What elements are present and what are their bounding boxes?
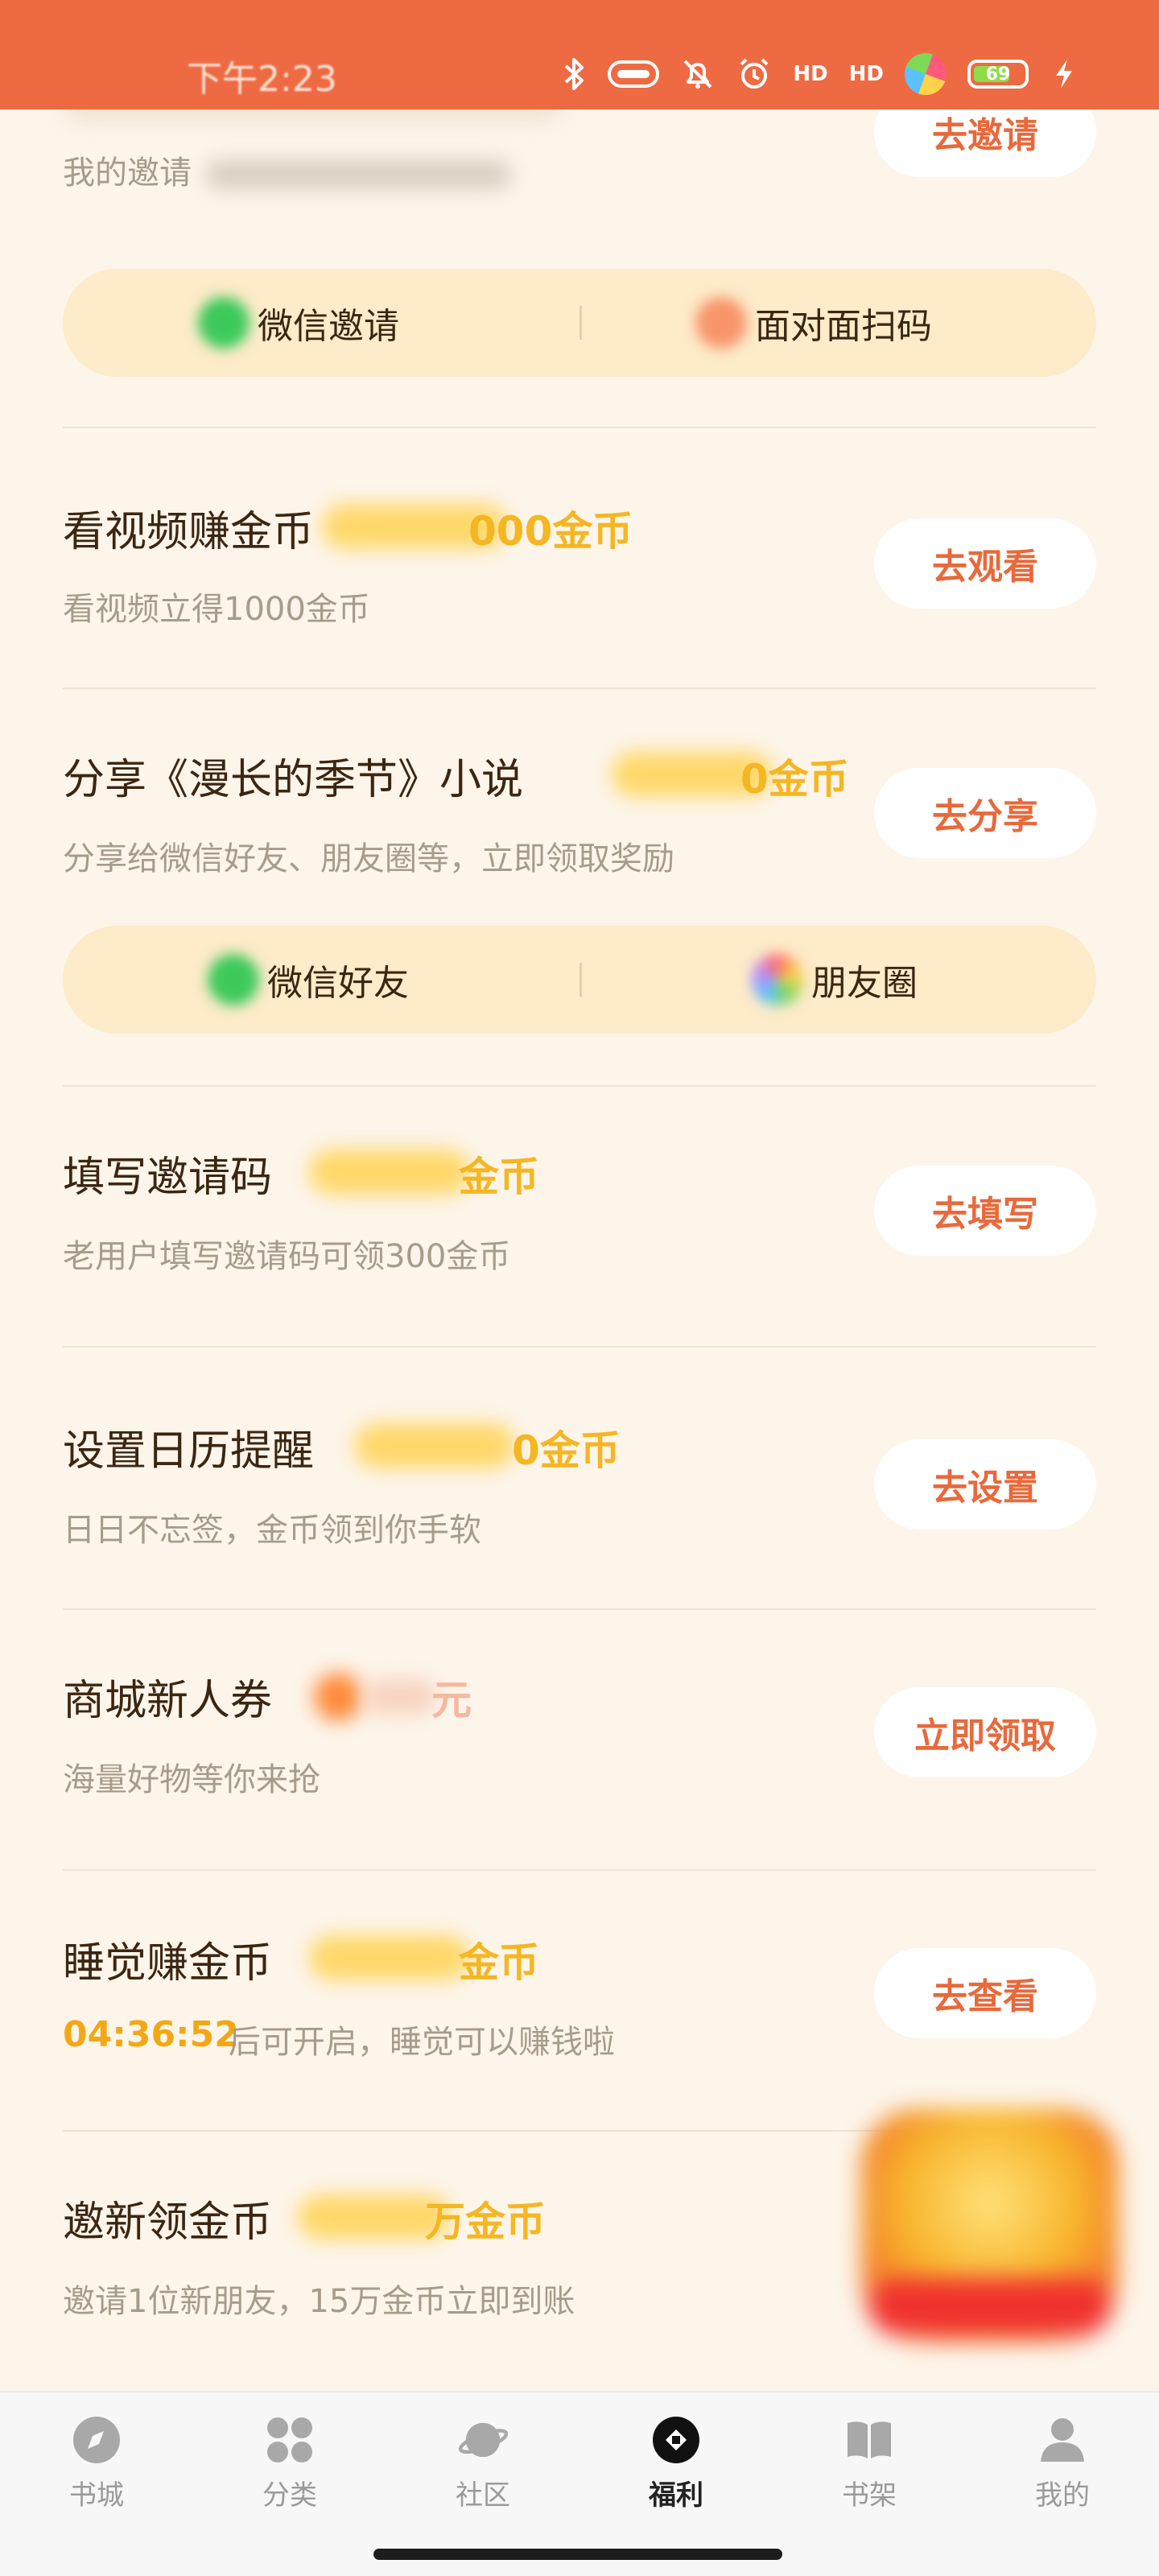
nav-label: 我的 [1035,2479,1090,2512]
gift-icon [651,2415,701,2465]
status-bar: 下午2:23 HD HD 69 [0,0,1159,109]
invite-code-blurred [204,160,511,189]
task-title-sleep: 睡觉赚金币 [63,1939,273,1988]
task-title-code: 填写邀请码 [63,1154,273,1202]
claim-coupon-button[interactable]: 立即领取 [874,1687,1096,1777]
nav-label: 社区 [456,2479,510,2512]
wechat-friend-option[interactable]: 微信好友 [208,926,409,1034]
separator [63,687,1096,689]
separator [63,1085,1096,1087]
invite-code-text: 我的邀请 [63,147,511,193]
bluetooth-icon [563,56,587,92]
task-reward-share: 0金币 [740,756,849,803]
watch-video-button[interactable]: 去观看 [874,518,1096,609]
task-desc-calendar: 日日不忘签，金币领到你手软 [63,1512,481,1549]
nav-label: 书架 [842,2479,897,2512]
welfare-task-list: 我的邀请 去邀请 微信邀请 面对面扫码 看视频赚金币 000金币 看视频立得10… [0,0,1159,2391]
qrcode-invite-option[interactable]: 面对面扫码 [695,269,932,377]
task-reward-video: 000金币 [468,508,633,555]
task-reward-calendar: 0金币 [512,1427,621,1474]
mute-bell-icon [680,56,716,92]
task-reward-code: 金币 [459,1154,539,1200]
book-icon [844,2415,894,2465]
task-desc-share: 分享给微信好友、朋友圈等，立即领取奖励 [63,840,674,877]
floating-gift-icon[interactable] [861,2109,1119,2343]
coupon-icon [314,1673,362,1721]
nav-category[interactable]: 分类 [193,2410,386,2531]
task-desc-code: 老用户填写邀请码可领300金币 [63,1238,511,1275]
nav-community[interactable]: 社区 [386,2410,580,2531]
wechat-icon [208,954,259,1005]
task-title-calendar: 设置日历提醒 [63,1427,315,1476]
invite-options-bar: 微信邀请 面对面扫码 [63,269,1096,377]
status-icons: HD HD 69 [563,47,1079,101]
coin-icon [309,1935,470,1980]
fill-code-button[interactable]: 去填写 [874,1166,1096,1256]
task-reward-sleep: 金币 [459,1939,539,1986]
status-time: 下午2:23 [187,59,337,100]
wechat-icon [198,297,250,349]
moments-option[interactable]: 朋友圈 [752,926,918,1034]
planet-icon [458,2415,508,2465]
nav-label: 书城 [69,2479,124,2512]
nav-welfare[interactable]: 福利 [580,2410,773,2531]
vibrate-icon [608,60,660,88]
separator [63,1346,1096,1348]
sleep-countdown: 04:36:52 [63,2014,239,2055]
task-desc-sleep: 后可开启，睡觉可以赚钱啦 [229,2024,615,2061]
wechat-invite-option[interactable]: 微信邀请 [198,269,399,377]
moments-icon [752,954,803,1005]
separator [63,427,1096,428]
home-indicator[interactable] [373,2549,782,2560]
qrcode-icon [695,297,747,349]
charging-icon [1050,56,1079,92]
user-icon [1037,2415,1087,2465]
divider [580,963,582,997]
separator [63,1608,1096,1610]
hd-signal-1: HD [793,62,828,86]
coin-icon [354,1423,515,1468]
nav-bookstore[interactable]: 书城 [0,2410,193,2531]
grid-icon [265,2415,315,2465]
set-calendar-button[interactable]: 去设置 [874,1439,1096,1530]
view-sleep-button[interactable]: 去查看 [874,1948,1096,2038]
nav-bookshelf[interactable]: 书架 [773,2410,966,2531]
nav-label: 福利 [649,2479,703,2512]
battery-icon: 69 [967,60,1029,89]
task-title-share: 分享《漫长的季节》小说 [63,756,524,804]
task-desc-invite-new: 邀请1位新朋友，15万金币立即到账 [63,2283,575,2320]
task-desc-coupon: 海量好物等你来抢 [63,1761,320,1798]
divider [580,306,582,340]
nav-profile[interactable]: 我的 [966,2410,1159,2531]
separator [63,1869,1096,1871]
task-title-invite-new: 邀新领金币 [63,2198,273,2247]
task-desc-video: 看视频立得1000金币 [63,591,370,628]
hd-signal-2: HD [848,62,884,86]
compass-icon [72,2415,122,2465]
coin-icon [309,1150,470,1195]
alarm-icon [736,56,772,92]
coupon-amount-blurred [364,1679,436,1715]
task-title-coupon: 商城新人券 [63,1677,273,1725]
share-button[interactable]: 去分享 [874,768,1096,858]
nav-label: 分类 [262,2479,317,2512]
task-reward-invite-new: 万金币 [425,2198,546,2245]
battery-level: 69 [985,64,1011,85]
pinwheel-icon [898,47,953,101]
share-options-bar: 微信好友 朋友圈 [63,926,1096,1034]
task-title-video: 看视频赚金币 [63,508,315,556]
task-reward-coupon: 元 [431,1677,472,1724]
